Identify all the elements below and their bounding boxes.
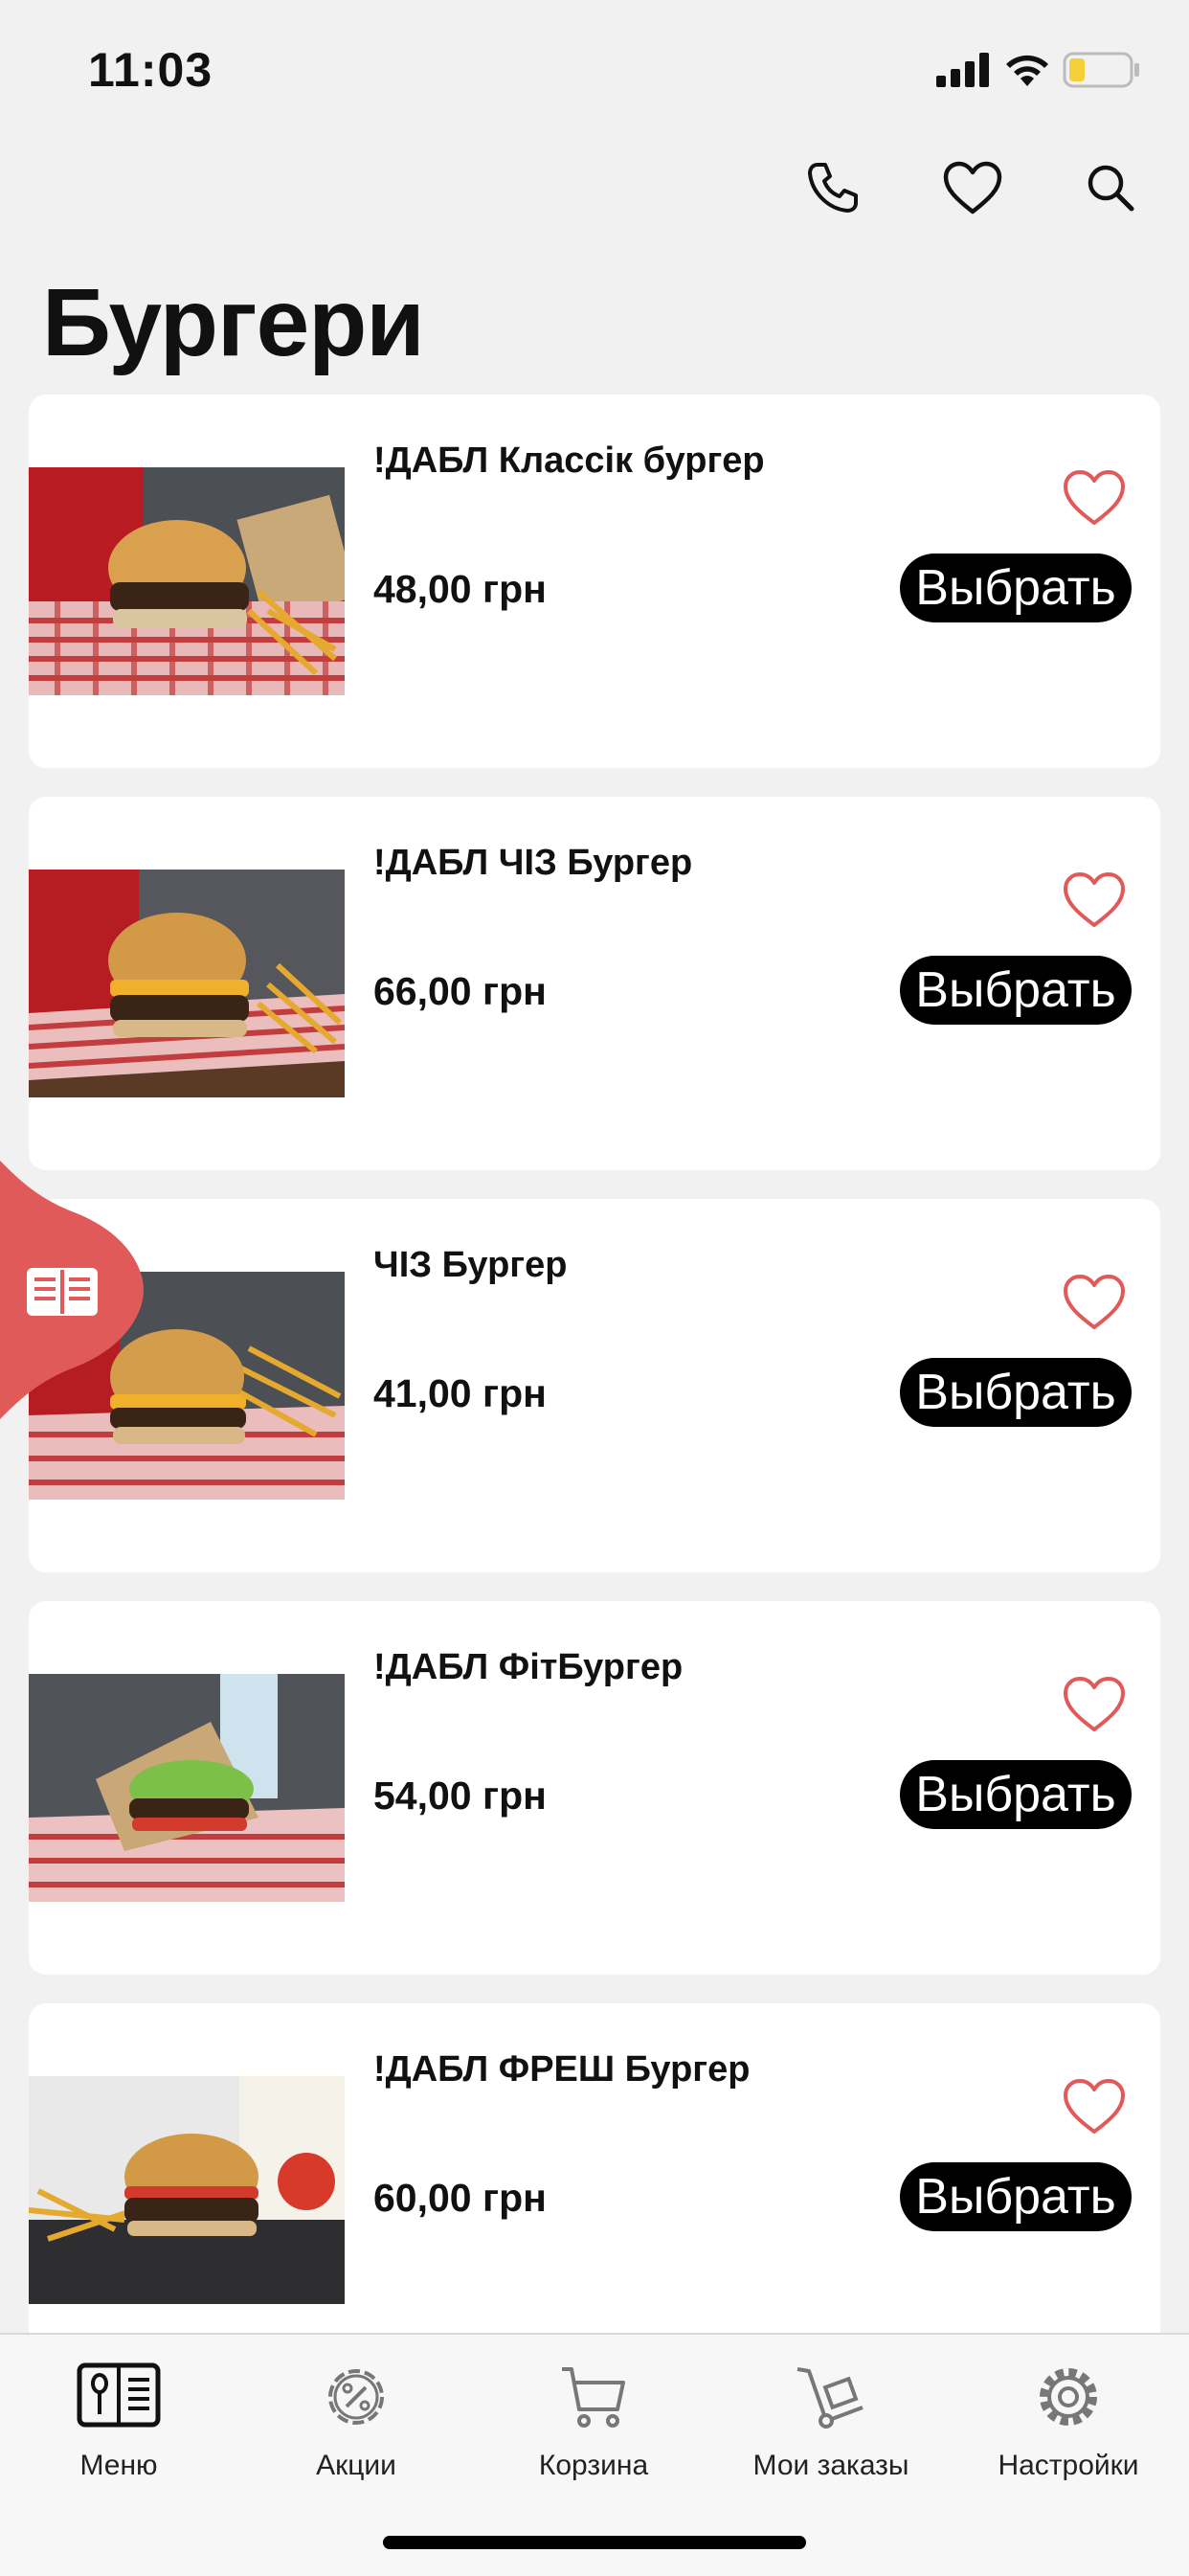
product-image[interactable]: [29, 1674, 345, 1902]
product-name: !ДАБЛ ЧІЗ Бургер: [373, 843, 693, 883]
select-button[interactable]: Выбрать: [900, 2162, 1132, 2231]
battery-icon: [1063, 52, 1139, 88]
nav-item-cart[interactable]: Корзина: [475, 2354, 712, 2497]
favorite-heart-icon[interactable]: [1061, 1272, 1128, 1333]
page-title: Бургери: [42, 269, 425, 376]
menu-book-icon: [0, 2354, 237, 2440]
product-card[interactable]: !ДАБЛ ФітБургер 54,00 грн Выбрать: [29, 1601, 1160, 1975]
product-image[interactable]: [29, 467, 345, 695]
nav-label: Корзина: [538, 2450, 649, 2481]
product-price: 41,00 грн: [373, 1371, 547, 1415]
product-name: !ДАБЛ Классік бургер: [373, 441, 765, 481]
select-button[interactable]: Выбрать: [900, 554, 1132, 622]
cellular-signal-icon: [936, 53, 989, 87]
nav-item-menu[interactable]: Меню: [0, 2354, 237, 2497]
status-time: 11:03: [88, 43, 213, 97]
product-name: ЧІЗ Бургер: [373, 1245, 568, 1285]
product-name: !ДАБЛ ФітБургер: [373, 1647, 684, 1687]
product-image[interactable]: [29, 2076, 345, 2304]
product-price: 54,00 грн: [373, 1774, 547, 1818]
product-list: !ДАБЛ Классік бургер 48,00 грн Выбрать !…: [29, 395, 1160, 2406]
select-button[interactable]: Выбрать: [900, 1760, 1132, 1829]
nav-item-my-orders[interactable]: Мои заказы: [712, 2354, 950, 2497]
nav-item-settings[interactable]: Настройки: [950, 2354, 1187, 2497]
hand-truck-icon: [712, 2354, 950, 2440]
nav-label: Акции: [316, 2450, 396, 2481]
product-image[interactable]: [29, 870, 345, 1097]
product-card[interactable]: ЧІЗ Бургер 41,00 грн Выбрать: [29, 1199, 1160, 1572]
nav-item-promotions[interactable]: Акции: [237, 2354, 475, 2497]
home-indicator: [383, 2536, 806, 2549]
nav-label: Мои заказы: [752, 2450, 909, 2481]
favorite-heart-icon[interactable]: [1061, 870, 1128, 931]
nav-label: Меню: [79, 2450, 158, 2481]
product-name: !ДАБЛ ФРЕШ Бургер: [373, 2049, 751, 2090]
phone-icon[interactable]: [796, 151, 869, 224]
search-icon[interactable]: [1074, 151, 1147, 224]
catalog-side-tab[interactable]: [0, 1161, 144, 1419]
gear-icon: [950, 2354, 1187, 2440]
select-button[interactable]: Выбрать: [900, 1358, 1132, 1427]
favorite-heart-icon[interactable]: [1061, 467, 1128, 529]
favorites-heart-icon[interactable]: [936, 151, 1009, 224]
cart-icon: [475, 2354, 712, 2440]
status-bar: 11:03: [0, 0, 1189, 134]
nav-label: Настройки: [998, 2450, 1139, 2481]
product-price: 48,00 грн: [373, 567, 547, 611]
favorite-heart-icon[interactable]: [1061, 1674, 1128, 1735]
product-price: 66,00 грн: [373, 969, 547, 1013]
open-book-icon: [27, 1268, 98, 1316]
wifi-icon: [1006, 55, 1048, 86]
product-card[interactable]: !ДАБЛ ФРЕШ Бургер 60,00 грн Выбрать: [29, 2003, 1160, 2377]
product-card[interactable]: !ДАБЛ ЧІЗ Бургер 66,00 грн Выбрать: [29, 797, 1160, 1170]
discount-gear-icon: [237, 2354, 475, 2440]
favorite-heart-icon[interactable]: [1061, 2076, 1128, 2137]
product-price: 60,00 грн: [373, 2176, 547, 2220]
product-card[interactable]: !ДАБЛ Классік бургер 48,00 грн Выбрать: [29, 395, 1160, 768]
select-button[interactable]: Выбрать: [900, 956, 1132, 1025]
